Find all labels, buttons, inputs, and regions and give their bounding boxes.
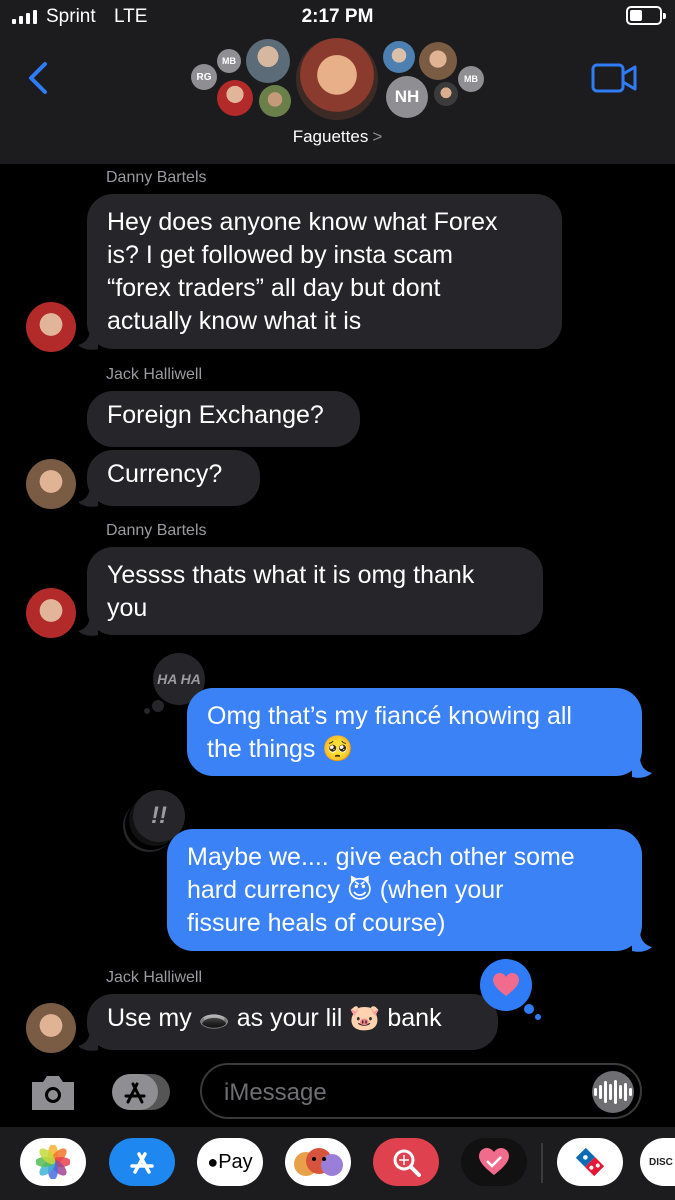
back-chevron-icon[interactable] xyxy=(20,58,60,98)
incoming-message[interactable]: Currency? xyxy=(87,450,260,506)
sender-name: Jack Halliwell xyxy=(106,366,203,383)
app-store-icon xyxy=(112,1074,170,1110)
avatar-jack-halliwell[interactable] xyxy=(26,1003,76,1053)
sender-name: Jack Halliwell xyxy=(106,969,203,986)
heart-icon xyxy=(493,973,519,996)
chevron-right-icon: > xyxy=(372,127,383,146)
avatar-photo xyxy=(419,42,457,80)
sender-name: Danny Bartels xyxy=(106,522,207,539)
status-time: 2:17 PM xyxy=(301,6,374,27)
app-store-drawer-button[interactable] xyxy=(110,1072,172,1112)
bubble-tail xyxy=(632,931,652,952)
message-placeholder: iMessage xyxy=(224,1079,327,1106)
facetime-video-icon[interactable] xyxy=(590,60,638,96)
bubble-tail xyxy=(78,615,98,636)
outgoing-message[interactable]: Omg that’s my fiancé knowing all the thi… xyxy=(187,688,642,776)
imessage-app-drawer: ● Pay DISC xyxy=(0,1127,675,1200)
drawer-divider xyxy=(541,1143,543,1183)
sender-name: Danny Bartels xyxy=(106,169,207,186)
image-search-app-icon[interactable] xyxy=(373,1138,439,1186)
tapback-dot xyxy=(144,708,150,714)
incoming-message[interactable]: Yessss thats what it is omg thank you xyxy=(87,547,543,635)
outgoing-message[interactable]: Maybe we.... give each other some hard c… xyxy=(167,829,642,951)
dominos-app-icon[interactable] xyxy=(557,1138,623,1186)
discover-app-icon[interactable]: DISC xyxy=(640,1138,675,1186)
incoming-message[interactable]: Foreign Exchange? xyxy=(87,391,360,447)
avatar-mb-left: MB xyxy=(217,49,241,73)
status-bar: Sprint LTE 2:17 PM xyxy=(0,0,675,36)
apple-pay-app-icon[interactable]: ● Pay xyxy=(197,1138,263,1186)
avatar-main-photo xyxy=(296,38,378,120)
camera-icon[interactable] xyxy=(28,1072,78,1112)
bubble-tail xyxy=(78,1030,98,1051)
tapback-dot xyxy=(535,1014,541,1020)
avatar-photo xyxy=(383,41,415,73)
incoming-message[interactable]: Use my 🕳️ as your lil 🐷 bank xyxy=(87,994,498,1050)
bubble-tail xyxy=(78,486,98,507)
bubble-tail xyxy=(632,757,652,778)
battery-icon xyxy=(626,6,666,25)
memoji-app-icon[interactable] xyxy=(285,1138,351,1186)
avatar-mb-right: MB xyxy=(458,66,484,92)
avatar-photo xyxy=(259,85,291,117)
avatar-jack-halliwell[interactable] xyxy=(26,459,76,509)
tapback-dot xyxy=(152,700,164,712)
bubble-tail xyxy=(78,329,98,350)
avatar-danny-bartels[interactable] xyxy=(26,302,76,352)
avatar-nh: NH xyxy=(386,76,428,118)
heart-tapback-icon[interactable] xyxy=(480,959,532,1011)
message-input[interactable]: iMessage xyxy=(200,1063,642,1119)
group-name[interactable]: Faguettes > xyxy=(0,127,675,147)
avatar-photo xyxy=(217,80,253,116)
avatar-photo xyxy=(434,82,458,106)
app-store-app-icon[interactable] xyxy=(109,1138,175,1186)
heart-sticker-app-icon[interactable] xyxy=(461,1138,527,1186)
avatar-rg: RG xyxy=(191,64,217,90)
avatar-danny-bartels[interactable] xyxy=(26,588,76,638)
incoming-message[interactable]: Hey does anyone know what Forex is? I ge… xyxy=(87,194,562,349)
photos-app-icon[interactable] xyxy=(20,1138,86,1186)
audio-waveform-icon[interactable] xyxy=(592,1071,634,1113)
tapback-dot xyxy=(524,1004,534,1014)
avatar-photo xyxy=(246,39,290,83)
